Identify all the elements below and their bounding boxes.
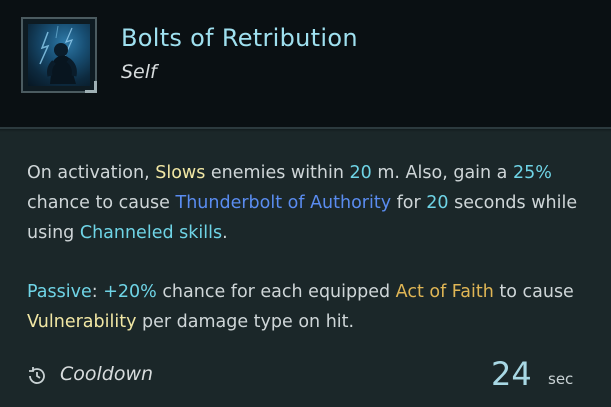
cooldown-icon <box>29 367 45 384</box>
value-range: 20 <box>349 163 372 183</box>
skill-target: Self <box>121 61 157 83</box>
skill-icon-frame <box>21 17 97 93</box>
keyword-channeled: Channeled skills <box>79 223 223 243</box>
passive-effect-text: Passive: +20% chance for each equipped A… <box>27 282 574 332</box>
cooldown-unit: sec <box>548 370 574 388</box>
active-effect-text: On activation, Slows enemies within 20 m… <box>27 163 578 243</box>
value-duration: 20 <box>426 193 449 213</box>
keyword-passive: Passive <box>27 282 92 302</box>
skill-description: On activation, Slows enemies within 20 m… <box>27 158 597 337</box>
skill-title: Bolts of Retribution <box>121 24 358 52</box>
header-divider <box>0 127 611 129</box>
icon-corner-marker <box>85 81 97 93</box>
cooldown-label: Cooldown <box>60 363 154 385</box>
keyword-act-of-faith: Act of Faith <box>395 282 494 302</box>
keyword-thunderbolt: Thunderbolt of Authority <box>175 193 392 213</box>
tooltip-header: Bolts of Retribution Self <box>0 0 611 128</box>
keyword-vulnerability: Vulnerability <box>27 312 137 332</box>
cooldown-value: 24 <box>491 355 532 393</box>
lightning-figure-icon <box>28 24 90 86</box>
keyword-slows: Slows <box>155 163 206 183</box>
skill-tooltip: Bolts of Retribution Self On activation,… <box>0 0 611 407</box>
value-bonus: +20% <box>103 282 157 302</box>
value-chance: 25% <box>512 163 552 183</box>
